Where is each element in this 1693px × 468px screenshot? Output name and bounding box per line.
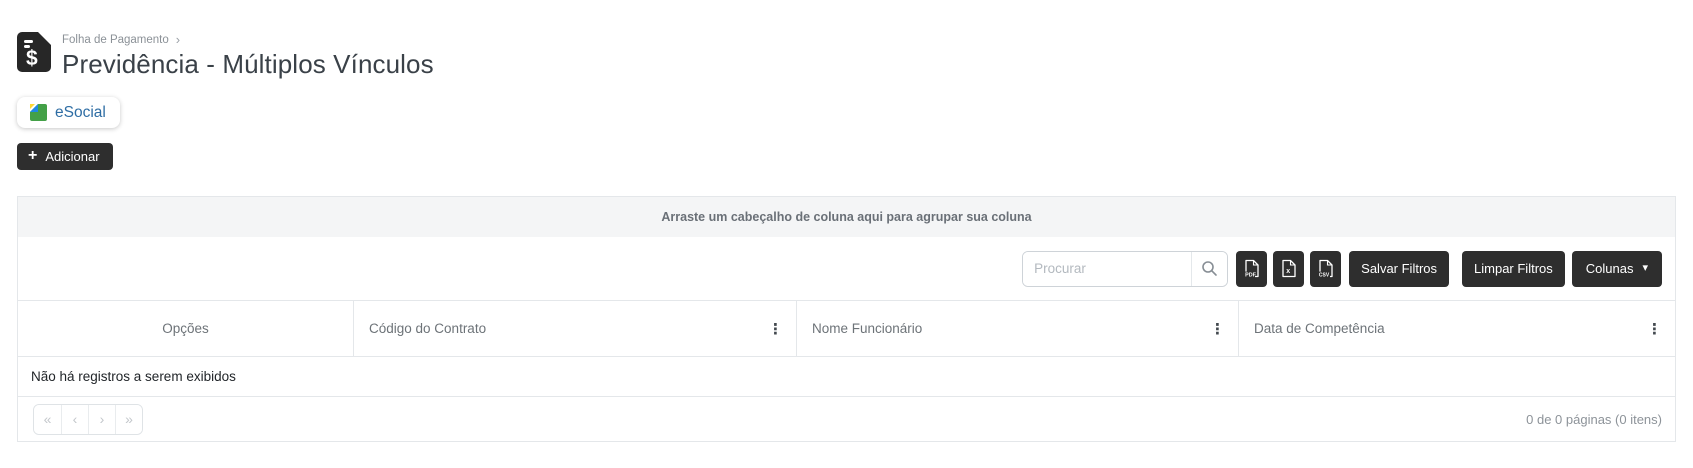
search-box: [1022, 250, 1229, 287]
save-filters-button[interactable]: Salvar Filtros: [1349, 250, 1450, 287]
column-header-opcoes[interactable]: Opções: [18, 301, 353, 356]
excel-label: x: [1286, 268, 1290, 275]
esocial-tab-label: eSocial: [55, 103, 106, 121]
page: $ Folha de Pagamento › Previdência - Múl…: [0, 0, 1693, 442]
title-block: Folha de Pagamento › Previdência - Múlti…: [62, 32, 434, 80]
pager: « ‹ › »: [33, 403, 143, 435]
columns-button[interactable]: Colunas ▾: [1571, 250, 1662, 287]
export-csv-button[interactable]: CSV: [1310, 250, 1342, 287]
csv-label: CSV: [1319, 273, 1330, 278]
csv-file-icon: CSV: [1318, 259, 1333, 278]
breadcrumb-item-folha-de-pagamento[interactable]: Folha de Pagamento: [62, 34, 169, 46]
group-drop-panel[interactable]: Arraste um cabeçalho de coluna aqui para…: [18, 197, 1675, 237]
empty-state-row: Não há registros a serem exibidos: [18, 357, 1675, 397]
search-icon: [1202, 261, 1217, 276]
prev-page-button[interactable]: ‹: [61, 404, 88, 434]
column-header-data-de-competencia[interactable]: Data de Competência ⋮: [1238, 301, 1675, 356]
esocial-tab[interactable]: eSocial: [17, 97, 120, 128]
pagination-bar: « ‹ › » 0 de 0 páginas (0 itens): [18, 397, 1675, 441]
search-input[interactable]: [1023, 251, 1192, 286]
clear-filters-button[interactable]: Limpar Filtros: [1462, 250, 1565, 287]
column-header-label: Data de Competência: [1254, 321, 1385, 336]
column-menu-icon[interactable]: ⋮: [1207, 320, 1228, 338]
page-header: $ Folha de Pagamento › Previdência - Múl…: [0, 0, 1693, 80]
add-button-label: Adicionar: [45, 148, 100, 164]
last-page-button[interactable]: »: [115, 404, 142, 434]
add-button[interactable]: + Adicionar: [17, 143, 113, 170]
page-summary: 0 de 0 páginas (0 itens): [1526, 411, 1662, 427]
excel-file-icon: x: [1282, 259, 1296, 278]
export-excel-button[interactable]: x: [1273, 250, 1305, 287]
svg-text:$: $: [26, 47, 38, 70]
pdf-file-icon: PDF: [1244, 259, 1259, 278]
export-pdf-button[interactable]: PDF: [1236, 250, 1268, 287]
column-header-label: Código do Contrato: [369, 321, 487, 336]
column-header-codigo-do-contrato[interactable]: Código do Contrato ⋮: [353, 301, 796, 356]
chevron-down-icon: ▾: [1642, 262, 1648, 274]
column-header-label: Nome Funcionário: [812, 321, 923, 336]
search-button[interactable]: [1191, 251, 1228, 286]
grid-toolbar: PDF x CSV Salvar Filtros: [18, 237, 1675, 301]
column-menu-icon[interactable]: ⋮: [765, 320, 786, 338]
columns-button-label: Colunas: [1585, 261, 1634, 276]
breadcrumb-chevron-icon: ›: [175, 32, 181, 47]
page-title: Previdência - Múltiplos Vínculos: [62, 49, 434, 79]
empty-state-text: Não há registros a serem exibidos: [31, 369, 236, 384]
payroll-invoice-dollar-icon: $: [17, 32, 51, 72]
grid-header-row: Opções Código do Contrato ⋮ Nome Funcion…: [18, 301, 1675, 357]
group-drop-hint: Arraste um cabeçalho de coluna aqui para…: [661, 210, 1032, 224]
column-menu-icon[interactable]: ⋮: [1644, 320, 1665, 338]
data-grid: Arraste um cabeçalho de coluna aqui para…: [17, 196, 1676, 442]
breadcrumb: Folha de Pagamento ›: [62, 32, 434, 46]
plus-icon: +: [28, 147, 38, 164]
pdf-label: PDF: [1245, 273, 1256, 278]
next-page-button[interactable]: ›: [88, 404, 115, 434]
first-page-button[interactable]: «: [34, 404, 61, 434]
column-header-nome-funcionario[interactable]: Nome Funcionário ⋮: [796, 301, 1238, 356]
column-header-label: Opções: [162, 321, 209, 336]
esocial-logo-icon: [30, 104, 47, 121]
